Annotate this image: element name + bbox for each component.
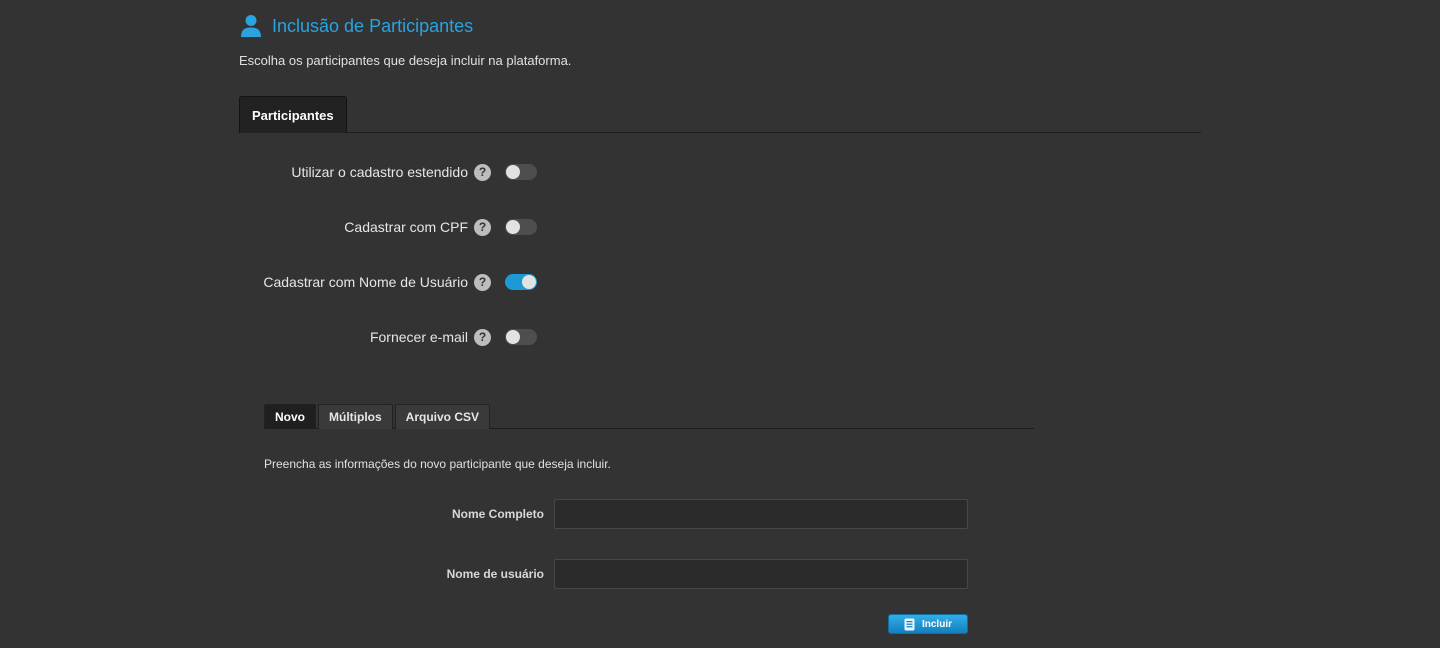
toggle-knob [506, 330, 520, 344]
main-tab-bar: Participantes [239, 96, 1201, 133]
user-icon [241, 15, 261, 37]
tab-participantes[interactable]: Participantes [239, 96, 347, 133]
include-button[interactable]: Incluir [888, 614, 968, 634]
username-input[interactable] [554, 559, 968, 589]
setting-label: Cadastrar com CPF [344, 219, 468, 235]
toggle-knob [506, 165, 520, 179]
full-name-label: Nome Completo [451, 507, 544, 521]
username-row: Nome de usuário [264, 559, 969, 589]
toggle-knob [506, 220, 520, 234]
tab-novo[interactable]: Novo [264, 404, 316, 429]
form-description: Preencha as informações do novo particip… [264, 457, 611, 471]
page: Inclusão de Participantes Escolha os par… [0, 0, 1440, 648]
help-icon[interactable]: ? [474, 163, 491, 181]
extended-registration-toggle[interactable] [505, 164, 537, 180]
help-icon[interactable]: ? [474, 273, 491, 291]
full-name-input[interactable] [554, 499, 968, 529]
include-label: Incluir [921, 618, 952, 630]
setting-label: Cadastrar com Nome de Usuário [263, 274, 468, 290]
setting-register-username: Cadastrar com Nome de Usuário ? [239, 271, 539, 293]
username-label: Nome de usuário [446, 567, 544, 581]
tab-arquivo-csv[interactable]: Arquivo CSV [394, 404, 491, 429]
full-name-row: Nome Completo [264, 499, 969, 529]
register-cpf-toggle[interactable] [505, 219, 537, 235]
provide-email-toggle[interactable] [505, 329, 537, 345]
sub-tab-bar: Novo Múltiplos Arquivo CSV [264, 404, 1034, 429]
setting-label: Utilizar o cadastro estendido [291, 164, 468, 180]
tab-multiplos[interactable]: Múltiplos [318, 404, 393, 429]
help-icon[interactable]: ? [474, 218, 491, 236]
toggle-knob [522, 275, 536, 289]
page-header: Inclusão de Participantes [240, 14, 473, 38]
setting-provide-email: Fornecer e-mail ? [239, 326, 539, 348]
document-icon [904, 618, 915, 630]
setting-register-cpf: Cadastrar com CPF ? [239, 216, 539, 238]
help-icon[interactable]: ? [474, 328, 491, 346]
setting-label: Fornecer e-mail [369, 329, 468, 345]
page-title: Inclusão de Participantes [272, 16, 474, 36]
page-subtitle: Escolha os participantes que deseja incl… [239, 53, 572, 68]
setting-extended-registration: Utilizar o cadastro estendido ? [239, 161, 539, 183]
register-username-toggle[interactable] [505, 274, 537, 290]
